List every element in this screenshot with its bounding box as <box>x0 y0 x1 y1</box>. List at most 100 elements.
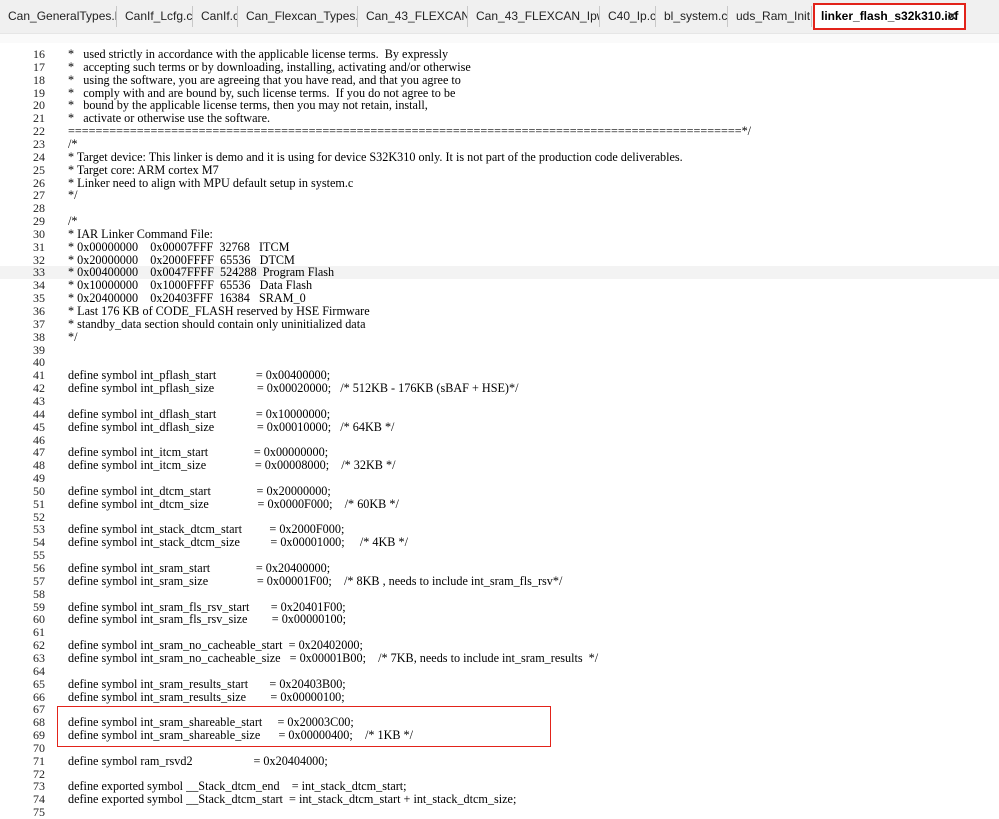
editor-tab-bar: Can_GeneralTypes.h CanIf_Lcfg.c CanIf.c Can… <box>0 0 999 33</box>
tab-canif-c[interactable]: CanIf.c <box>193 6 238 27</box>
code-text: /* <box>68 136 78 151</box>
code-text: define symbol int_sram_no_cacheable_size… <box>68 650 599 665</box>
code-text: define exported symbol __Stack_dtcm_star… <box>68 792 517 807</box>
code-line[interactable]: 45 define symbol int_dflash_size = 0x0001… <box>0 419 999 434</box>
code-line[interactable]: 65 define symbol int_sram_results_start =… <box>0 676 999 691</box>
code-line[interactable]: 48 define symbol int_itcm_size = 0x000080… <box>0 459 999 472</box>
tab-label: linker_flash_s32k310.icf <box>821 9 959 23</box>
code-text: */ <box>68 188 78 203</box>
code-line[interactable]: 44 define symbol int_dflash_start = 0x100… <box>0 406 999 421</box>
tab-label: Can_43_FLEXCAN.c <box>366 9 467 23</box>
line-number: 63 <box>33 650 45 665</box>
tab-label: Can_Flexcan_Types.h <box>246 9 358 23</box>
code-text: * standby_data section should contain on… <box>68 316 366 331</box>
code-line[interactable]: 63 define symbol int_sram_no_cacheable_si… <box>0 650 999 665</box>
code-line[interactable]: 58 <box>0 586 999 601</box>
tab-can-generaltypes-h[interactable]: Can_GeneralTypes.h <box>0 6 117 27</box>
line-number: 30 <box>33 226 45 241</box>
code-text: define symbol int_sram_results_start = 0… <box>68 676 346 691</box>
tab-label: CanIf.c <box>201 9 238 23</box>
code-line[interactable]: 30 * IAR Linker Command File: <box>0 226 999 241</box>
code-line[interactable]: 24 * Target device: This linker is demo a… <box>0 149 999 164</box>
close-icon[interactable]: ✕ <box>946 5 958 28</box>
code-text: define symbol int_dtcm_size = 0x0000F000… <box>68 496 399 511</box>
code-line[interactable]: 57 define symbol int_sram_size = 0x00001F… <box>0 573 999 588</box>
line-number: 38 <box>33 329 45 344</box>
code-line[interactable]: 43 <box>0 393 999 408</box>
tab-bl-system-c[interactable]: bl_system.c <box>656 6 728 27</box>
code-text: define symbol int_dflash_start = 0x10000… <box>68 406 331 421</box>
code-editor[interactable]: 16 * used strictly in accordance with the… <box>0 43 999 819</box>
tab-label: Can_43_FLEXCAN_Ipw.c <box>476 9 599 23</box>
code-text: * accepting such terms or by downloading… <box>68 59 471 74</box>
line-number: 51 <box>33 496 45 511</box>
tab-c40-ip-c[interactable]: C40_Ip.c <box>600 6 656 27</box>
code-text: * using the software, you are agreeing t… <box>68 72 461 87</box>
code-text: * Linker need to align with MPU default … <box>68 175 354 190</box>
line-number: 17 <box>33 59 45 74</box>
code-text: * Target core: ARM cortex M7 <box>68 162 219 177</box>
code-line[interactable]: 54 define symbol int_stack_dtcm_size = 0x… <box>0 536 999 549</box>
line-number: 18 <box>33 72 45 87</box>
code-line[interactable]: 64 <box>0 663 999 678</box>
tab-label: C40_Ip.c <box>608 9 656 23</box>
code-text: define symbol int_dtcm_start = 0x2000000… <box>68 483 331 498</box>
code-text: define symbol int_sram_size = 0x00001F00… <box>68 573 563 588</box>
code-line[interactable]: 17 * accepting such terms or by downloadi… <box>0 59 999 74</box>
code-line[interactable]: 25 * Target core: ARM cortex M7 <box>0 162 999 177</box>
code-line[interactable]: 37 * standby_data section should contain … <box>0 316 999 331</box>
highlight-annotation-box <box>57 706 551 747</box>
code-text: define symbol int_sram_fls_rsv_size = 0x… <box>68 612 347 627</box>
code-text: ========================================… <box>68 124 752 139</box>
code-line[interactable]: 31 * 0x00000000 0x00007FFF 32768 ITCM <box>0 239 999 254</box>
line-number: 45 <box>33 419 45 434</box>
code-line[interactable]: 23 /* <box>0 136 999 151</box>
code-line[interactable]: 26 * Linker need to align with MPU defaul… <box>0 175 999 190</box>
code-line[interactable]: 51 define symbol int_dtcm_size = 0x0000F0… <box>0 496 999 511</box>
line-number: 71 <box>33 753 45 768</box>
line-number: 43 <box>33 393 45 408</box>
tab-linker-flash-s32k310-icf[interactable]: linker_flash_s32k310.icf ✕ <box>813 3 966 30</box>
tab-canif-lcfg-c[interactable]: CanIf_Lcfg.c <box>117 6 193 27</box>
code-text: define symbol ram_rsvd2 = 0x20404000; <box>68 753 328 768</box>
code-line[interactable]: 71 define symbol ram_rsvd2 = 0x20404000; <box>0 753 999 768</box>
line-number: 31 <box>33 239 45 254</box>
code-line[interactable]: 66 define symbol int_sram_results_size = … <box>0 689 999 704</box>
code-line[interactable]: 38 */ <box>0 329 999 344</box>
code-line[interactable]: 18 * using the software, you are agreeing… <box>0 72 999 87</box>
code-line[interactable]: 28 <box>0 202 999 215</box>
code-text: */ <box>68 329 78 344</box>
tab-can-flexcan-types-h[interactable]: Can_Flexcan_Types.h <box>238 6 358 27</box>
code-text: define symbol int_dflash_size = 0x000100… <box>68 419 395 434</box>
tab-label: CanIf_Lcfg.c <box>125 9 193 23</box>
line-number: 57 <box>33 573 45 588</box>
tab-can-43-flexcan-c[interactable]: Can_43_FLEXCAN.c <box>358 6 468 27</box>
code-line[interactable]: 27 */ <box>0 189 999 202</box>
code-text: define symbol int_pflash_size = 0x000200… <box>68 381 519 396</box>
line-number: 24 <box>33 149 45 164</box>
line-number: 65 <box>33 676 45 691</box>
code-line[interactable]: 42 define symbol int_pflash_size = 0x0002… <box>0 382 999 395</box>
line-number: 44 <box>33 406 45 421</box>
code-line[interactable]: 39 <box>0 343 999 357</box>
line-number: 70 <box>33 740 45 755</box>
tab-uds-ram-init-s[interactable]: uds_Ram_Init.s <box>728 6 812 27</box>
tab-label: Can_GeneralTypes.h <box>8 9 117 23</box>
tab-can-43-flexcan-ipw-c[interactable]: Can_43_FLEXCAN_Ipw.c <box>468 6 600 27</box>
code-line[interactable]: 60 define symbol int_sram_fls_rsv_size = … <box>0 613 999 626</box>
tab-label: bl_system.c <box>664 9 728 23</box>
code-text: define symbol int_sram_results_size = 0x… <box>68 689 345 704</box>
code-text: * IAR Linker Command File: <box>68 226 213 241</box>
line-number: 58 <box>33 586 45 601</box>
code-text: define symbol int_itcm_size = 0x00008000… <box>68 458 396 473</box>
tab-label: uds_Ram_Init.s <box>736 9 812 23</box>
code-line[interactable]: 74 define exported symbol __Stack_dtcm_st… <box>0 793 999 806</box>
line-number: 64 <box>33 663 45 678</box>
line-number: 50 <box>33 483 45 498</box>
code-text: define symbol int_stack_dtcm_size = 0x00… <box>68 535 408 550</box>
code-line[interactable]: 22 ======================================… <box>0 125 999 138</box>
line-number: 25 <box>33 162 45 177</box>
code-line[interactable]: 50 define symbol int_dtcm_start = 0x20000… <box>0 483 999 498</box>
code-text: * 0x00000000 0x00007FFF 32768 ITCM <box>68 239 290 254</box>
code-text: * Target device: This linker is demo and… <box>68 149 683 164</box>
